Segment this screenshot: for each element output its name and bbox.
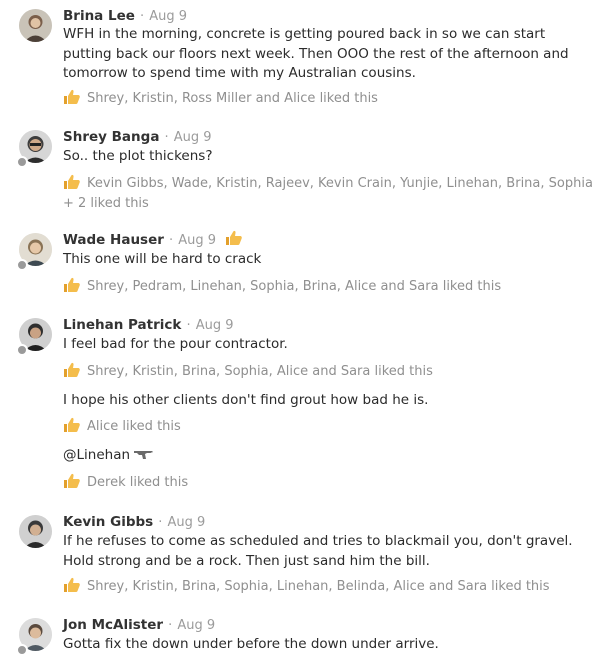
thumbs-up-icon[interactable] bbox=[63, 473, 81, 489]
post-date[interactable]: Aug 9 bbox=[168, 515, 206, 530]
thumbs-up-icon[interactable] bbox=[63, 577, 81, 593]
presence-indicator bbox=[16, 344, 28, 356]
message-text: @Linehan bbox=[63, 446, 593, 466]
message-text: I hope his other clients don't find grou… bbox=[63, 392, 429, 408]
separator: · bbox=[158, 515, 163, 530]
post-date[interactable]: Aug 9 bbox=[174, 130, 212, 145]
post-date[interactable]: Aug 9 bbox=[178, 233, 216, 248]
post-linehan-patrick: Linehan Patrick · Aug 9 I feel bad for t… bbox=[0, 315, 602, 495]
likes-text[interactable]: Kevin Gibbs, Wade, Kristin, Rajeev, Kevi… bbox=[63, 176, 593, 211]
author-name[interactable]: Kevin Gibbs bbox=[63, 514, 153, 530]
post-date[interactable]: Aug 9 bbox=[196, 318, 234, 333]
likes-row[interactable]: Shrey, Kristin, Brina, Sophia, Linehan, … bbox=[63, 577, 598, 597]
author-name[interactable]: Jon McAlister bbox=[63, 617, 163, 633]
post-header: Brina Lee · Aug 9 bbox=[63, 6, 187, 26]
separator: · bbox=[169, 233, 174, 248]
post-brina-lee: Brina Lee · Aug 9 WFH in the morning, co… bbox=[0, 6, 602, 114]
separator: · bbox=[140, 9, 145, 24]
likes-row[interactable]: Kevin Gibbs, Wade, Kristin, Rajeev, Kevi… bbox=[63, 174, 598, 213]
likes-row[interactable]: Shrey, Kristin, Ross Miller and Alice li… bbox=[63, 89, 598, 109]
likes-text[interactable]: Shrey, Kristin, Brina, Sophia, Linehan, … bbox=[87, 579, 550, 594]
post-header: Jon McAlister · Aug 9 bbox=[63, 615, 215, 635]
likes-row[interactable]: Alice liked this bbox=[63, 417, 598, 437]
presence-indicator bbox=[16, 259, 28, 271]
likes-text[interactable]: Shrey, Pedram, Linehan, Sophia, Brina, A… bbox=[87, 279, 501, 294]
thumbs-up-icon[interactable] bbox=[63, 417, 81, 433]
avatar[interactable] bbox=[19, 9, 52, 42]
author-name[interactable]: Linehan Patrick bbox=[63, 317, 181, 333]
post-date[interactable]: Aug 9 bbox=[149, 9, 187, 24]
message-text: So.. the plot thickens? bbox=[63, 148, 213, 164]
author-name[interactable]: Shrey Banga bbox=[63, 129, 159, 145]
message-text: Gotta fix the down under before the down… bbox=[63, 636, 439, 652]
likes-text[interactable]: Shrey, Kristin, Ross Miller and Alice li… bbox=[87, 91, 378, 106]
author-name[interactable]: Brina Lee bbox=[63, 8, 135, 24]
post-date[interactable]: Aug 9 bbox=[177, 618, 215, 633]
message-text: I feel bad for the pour contractor. bbox=[63, 336, 288, 352]
thumbs-up-icon[interactable] bbox=[63, 174, 81, 190]
thumbs-up-icon[interactable] bbox=[63, 89, 81, 105]
avatar[interactable] bbox=[19, 515, 52, 548]
separator: · bbox=[164, 130, 169, 145]
post-shrey-banga: Shrey Banga · Aug 9 So.. the plot thicke… bbox=[0, 127, 602, 217]
likes-text[interactable]: Shrey, Kristin, Brina, Sophia, Alice and… bbox=[87, 364, 433, 379]
post-header: Wade Hauser · Aug 9 bbox=[63, 230, 243, 250]
post-header: Linehan Patrick · Aug 9 bbox=[63, 315, 234, 335]
message-text: WFH in the morning, concrete is getting … bbox=[63, 26, 569, 81]
thumbs-up-icon[interactable] bbox=[225, 230, 243, 246]
post-header: Shrey Banga · Aug 9 bbox=[63, 127, 212, 147]
message-text: If he refuses to come as scheduled and t… bbox=[63, 533, 573, 569]
water-pistol-icon bbox=[134, 451, 153, 459]
likes-text[interactable]: Derek liked this bbox=[87, 475, 188, 490]
post-header: Kevin Gibbs · Aug 9 bbox=[63, 512, 205, 532]
likes-row[interactable]: Derek liked this bbox=[63, 473, 598, 493]
likes-text[interactable]: Alice liked this bbox=[87, 419, 181, 434]
message-text: This one will be hard to crack bbox=[63, 251, 262, 267]
separator: · bbox=[168, 618, 173, 633]
likes-row[interactable]: Shrey, Pedram, Linehan, Sophia, Brina, A… bbox=[63, 277, 598, 297]
thumbs-up-icon[interactable] bbox=[63, 362, 81, 378]
author-name[interactable]: Wade Hauser bbox=[63, 232, 164, 248]
separator: · bbox=[186, 318, 191, 333]
presence-indicator bbox=[16, 644, 28, 656]
likes-row[interactable]: Shrey, Kristin, Brina, Sophia, Alice and… bbox=[63, 362, 598, 382]
presence-indicator bbox=[16, 156, 28, 168]
thumbs-up-icon[interactable] bbox=[63, 277, 81, 293]
mention-link[interactable]: @Linehan bbox=[63, 447, 130, 463]
post-kevin-gibbs: Kevin Gibbs · Aug 9 If he refuses to com… bbox=[0, 512, 602, 602]
post-wade-hauser: Wade Hauser · Aug 9 This one will be har… bbox=[0, 230, 602, 300]
post-jon-mcalister: Jon McAlister · Aug 9 Gotta fix the down… bbox=[0, 615, 602, 659]
